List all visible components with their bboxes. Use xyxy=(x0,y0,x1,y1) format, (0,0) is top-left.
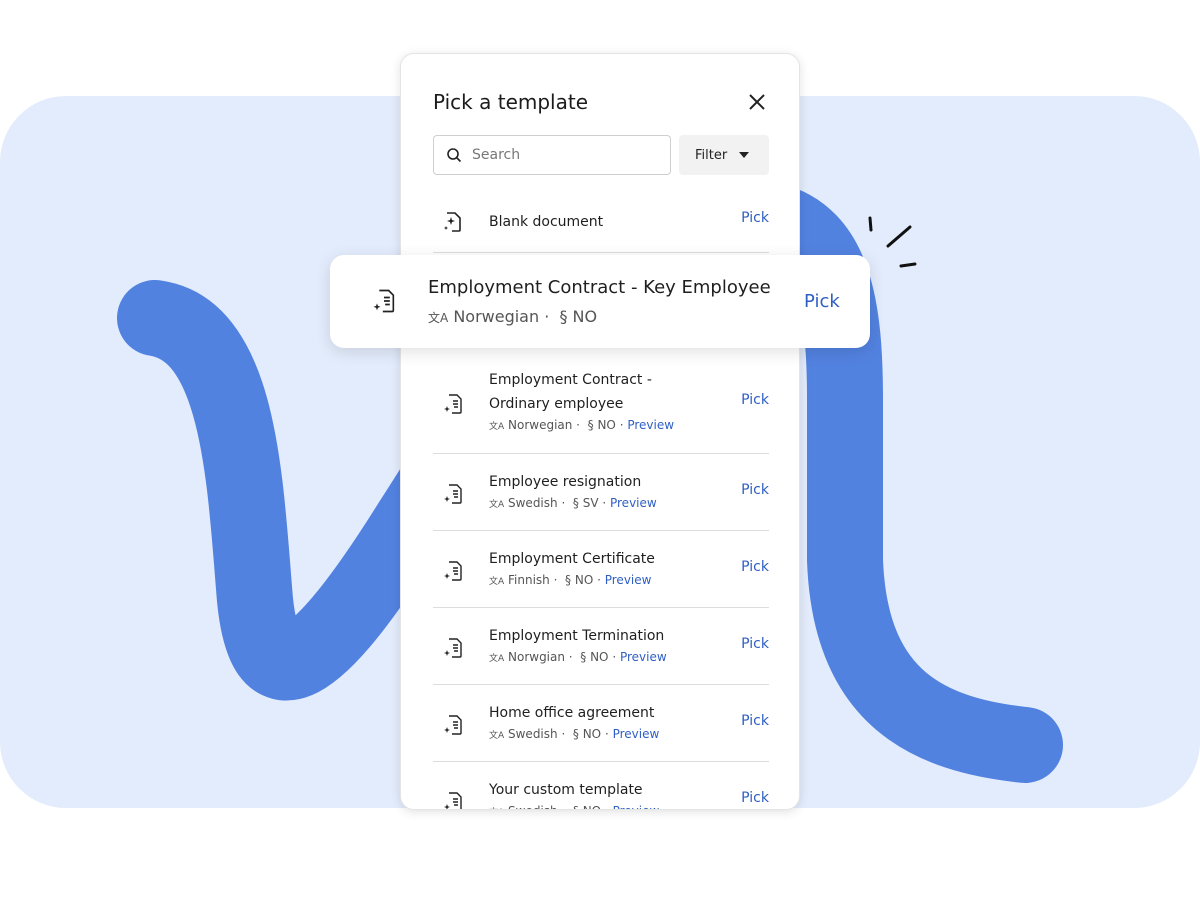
language: Swedish xyxy=(508,496,558,510)
template-row-blank[interactable]: Blank document Pick xyxy=(433,188,769,253)
template-name: Your custom template xyxy=(489,782,643,798)
search-icon xyxy=(447,148,462,163)
template-name: Employment Contract - Ordinary employee xyxy=(489,372,652,412)
sparkle-lines xyxy=(868,216,917,268)
template-row[interactable]: Employee resignation 文A Swedish · § SV · … xyxy=(433,454,769,531)
template-name: Home office agreement xyxy=(489,705,655,721)
pick-link[interactable]: Pick xyxy=(741,790,769,806)
search-field[interactable] xyxy=(433,135,671,175)
modal-title: Pick a template xyxy=(433,90,589,114)
blank-document-sparkle-icon xyxy=(444,212,461,232)
template-row[interactable]: Your custom template 文A Swedish · § NO · … xyxy=(433,762,769,809)
preview-link[interactable]: Preview xyxy=(613,804,660,809)
template-meta: 文A Finnish · § NO · Preview xyxy=(489,573,652,587)
filter-button[interactable]: Filter xyxy=(679,135,769,175)
template-row[interactable]: Employment Contract - Ordinary employee 文… xyxy=(433,352,769,454)
jurisdiction: § SV xyxy=(572,496,599,510)
pick-link[interactable]: Pick xyxy=(741,713,769,729)
language: Swedish xyxy=(508,804,558,809)
preview-link[interactable]: Preview xyxy=(613,727,660,741)
document-sparkle-icon xyxy=(444,792,462,809)
template-meta: 文A Norwegian · § NO xyxy=(428,307,598,326)
preview-link[interactable]: Preview xyxy=(605,573,652,587)
document-sparkle-icon xyxy=(444,394,462,414)
jurisdiction: § NO xyxy=(559,307,598,326)
preview-link[interactable]: Preview xyxy=(627,418,674,432)
template-meta: 文A Norwgian · § NO · Preview xyxy=(489,650,667,664)
template-name: Employment Certificate xyxy=(489,551,655,567)
language: Norwgian xyxy=(508,650,565,664)
pick-link[interactable]: Pick xyxy=(741,559,769,575)
template-name: Employment Contract - Key Employee xyxy=(428,277,771,298)
language: Norwegian xyxy=(508,418,573,432)
document-sparkle-icon xyxy=(444,638,462,658)
translate-icon: 文A xyxy=(489,808,504,809)
jurisdiction: § NO xyxy=(587,418,616,432)
template-meta: 文A Swedish · § NO · Preview xyxy=(489,727,660,741)
template-meta: 文A Norwegian · § NO · Preview xyxy=(489,418,675,432)
template-meta: 文A Swedish · § NO · Preview xyxy=(489,804,660,809)
jurisdiction: § NO xyxy=(573,804,601,809)
language: Norwegian xyxy=(453,307,540,326)
translate-icon: 文A xyxy=(489,654,505,664)
pick-link[interactable]: Pick xyxy=(741,482,769,498)
language: Finnish xyxy=(508,573,550,587)
jurisdiction: § NO xyxy=(565,573,594,587)
translate-icon: 文A xyxy=(489,500,505,510)
template-name: Employment Termination xyxy=(489,628,665,644)
jurisdiction: § NO xyxy=(572,727,602,741)
translate-icon: 文A xyxy=(489,422,505,432)
preview-link[interactable]: Preview xyxy=(620,650,667,664)
search-input[interactable] xyxy=(472,147,652,163)
document-sparkle-icon xyxy=(373,289,395,313)
translate-icon: 文A xyxy=(489,577,505,587)
document-sparkle-icon xyxy=(444,715,462,735)
jurisdiction: § NO xyxy=(580,650,609,664)
document-sparkle-icon xyxy=(444,484,462,504)
document-sparkle-icon xyxy=(444,561,462,581)
translate-icon: 文A xyxy=(489,731,505,741)
template-row[interactable]: Employment Termination 文A Norwgian · § NO… xyxy=(433,608,769,685)
filter-label: Filter xyxy=(695,147,728,163)
close-icon[interactable] xyxy=(747,92,767,112)
template-meta: 文A Swedish · § SV · Preview xyxy=(489,496,657,510)
pick-link[interactable]: Pick xyxy=(741,210,769,226)
template-picker-modal: Pick a template Filter Blank document Pi… xyxy=(400,53,800,810)
highlighted-template-card[interactable]: Employment Contract - Key Employee 文A No… xyxy=(330,255,870,348)
pick-link[interactable]: Pick xyxy=(741,392,769,408)
template-row[interactable]: Employment Certificate 文A Finnish · § NO … xyxy=(433,531,769,608)
pick-link[interactable]: Pick xyxy=(804,291,840,312)
caret-down-icon xyxy=(739,152,750,158)
template-row[interactable]: Home office agreement 文A Swedish · § NO ·… xyxy=(433,685,769,762)
translate-icon: 文A xyxy=(428,311,449,325)
template-name: Blank document xyxy=(489,214,604,230)
pick-link[interactable]: Pick xyxy=(741,636,769,652)
template-name: Employee resignation xyxy=(489,474,642,490)
preview-link[interactable]: Preview xyxy=(610,496,657,510)
language: Swedish xyxy=(508,727,558,741)
